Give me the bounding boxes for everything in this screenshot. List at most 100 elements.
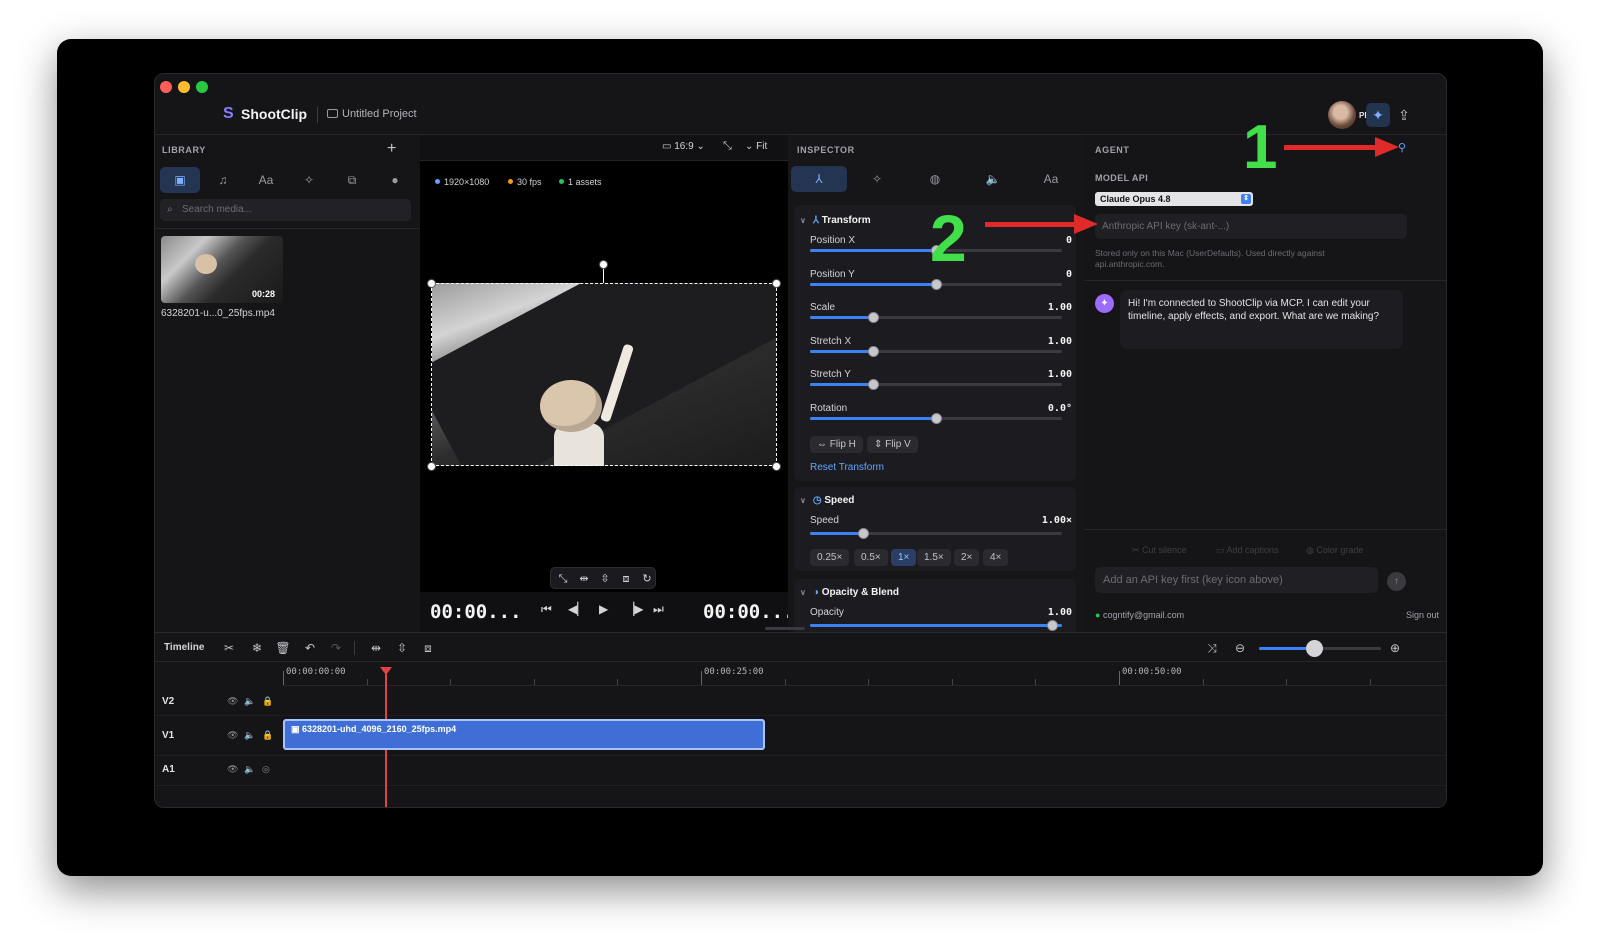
- media-filename[interactable]: 6328201-u...0_25fps.mp4: [161, 308, 275, 319]
- play-icon[interactable]: ▶: [599, 602, 608, 616]
- transform-row-value[interactable]: 0: [1066, 235, 1072, 246]
- chat-input[interactable]: Add an API key first (key icon above): [1095, 567, 1378, 593]
- speaker-icon[interactable]: 🔈: [244, 764, 255, 775]
- timeline-clip[interactable]: ▣ 6328201-uhd_4096_2160_25fps.mp4: [283, 719, 765, 750]
- flip-horizontal-icon[interactable]: ⇹: [576, 571, 592, 587]
- opacity-slider[interactable]: [810, 620, 1062, 631]
- fit-dropdown[interactable]: ⌄ Fit: [745, 141, 767, 152]
- media-search-input[interactable]: ⌕ Search media...: [160, 199, 411, 221]
- fullscreen-icon[interactable]: ⤡: [723, 140, 732, 153]
- send-button[interactable]: ↑: [1387, 572, 1406, 591]
- speed-preset-button[interactable]: 1×: [891, 549, 917, 566]
- transform-row-value[interactable]: 1.00: [1048, 302, 1072, 313]
- transform-slider[interactable]: [810, 412, 1062, 424]
- skip-to-end-icon[interactable]: ⏭: [653, 602, 664, 617]
- close-window-button[interactable]: [160, 81, 172, 93]
- speed-preset-button[interactable]: 0.25×: [810, 549, 850, 566]
- transform-row-value[interactable]: 1.00: [1048, 336, 1072, 347]
- skip-to-start-icon[interactable]: ⏮: [541, 602, 552, 617]
- transform-slider-knob[interactable]: [931, 412, 942, 424]
- flip-v-button[interactable]: ⇕ Flip V: [867, 436, 918, 453]
- share-button[interactable]: ⇪: [1392, 103, 1416, 127]
- crop-icon[interactable]: ⧈: [618, 571, 634, 587]
- crop-icon[interactable]: ⧈: [420, 640, 436, 656]
- speed-preset-button[interactable]: 1.5×: [917, 549, 951, 566]
- audio-tab-icon[interactable]: 🔈: [965, 166, 1021, 192]
- flip-horizontal-icon[interactable]: ⇹: [368, 640, 384, 656]
- expand-icon[interactable]: ⤡: [555, 571, 571, 587]
- transitions-tab-icon[interactable]: ⧉: [332, 167, 372, 193]
- record-icon[interactable]: ◎: [262, 764, 270, 775]
- transform-row-value[interactable]: 1.00: [1048, 369, 1072, 380]
- api-key-input[interactable]: Anthropic API key (sk-ant-...): [1095, 214, 1407, 239]
- transform-slider[interactable]: [810, 345, 1062, 357]
- transform-slider[interactable]: [810, 379, 1062, 390]
- transform-slider-knob[interactable]: [931, 278, 942, 290]
- zoom-window-button[interactable]: [196, 81, 208, 93]
- speed-preset-button[interactable]: 2×: [954, 549, 980, 566]
- transform-row-value[interactable]: 0.0°: [1048, 403, 1072, 414]
- lock-icon[interactable]: 🔒: [262, 730, 273, 741]
- api-key-icon[interactable]: ⚲: [1398, 141, 1406, 154]
- redo-icon[interactable]: ↷: [328, 640, 344, 656]
- resize-handle-top-left[interactable]: [427, 279, 436, 288]
- minimize-window-button[interactable]: [178, 81, 190, 93]
- panel-resize-grip[interactable]: [765, 627, 805, 630]
- sign-out-link[interactable]: Sign out: [1406, 610, 1439, 620]
- resize-handle-bottom-left[interactable]: [427, 462, 436, 471]
- freeze-icon[interactable]: ❄: [249, 640, 265, 656]
- opacity-slider-knob[interactable]: [1046, 620, 1058, 631]
- effects-tab-icon[interactable]: ✧: [849, 166, 905, 192]
- zoom-in-icon[interactable]: ⊕: [1387, 640, 1403, 656]
- audio-tab-icon[interactable]: ♫: [203, 167, 243, 193]
- flip-vertical-icon[interactable]: ⇳: [394, 640, 410, 656]
- reset-transform-link[interactable]: Reset Transform: [810, 462, 884, 473]
- user-avatar[interactable]: [1328, 101, 1356, 129]
- zoom-slider-knob[interactable]: [1306, 640, 1323, 657]
- eye-icon[interactable]: 👁: [227, 764, 238, 775]
- speed-preset-button[interactable]: 4×: [983, 549, 1009, 566]
- color-tab-icon[interactable]: ●: [375, 167, 415, 193]
- step-forward-icon[interactable]: ▕▶: [625, 602, 643, 616]
- media-thumbnail[interactable]: 00:28: [161, 236, 283, 303]
- flip-h-button[interactable]: ⇔ Flip H: [810, 436, 863, 453]
- color-palette-tab-icon[interactable]: ◍: [907, 166, 963, 192]
- zoom-out-icon[interactable]: ⊖: [1232, 640, 1248, 656]
- transform-slider-knob[interactable]: [868, 379, 879, 390]
- text-tab-icon[interactable]: Aa: [1023, 166, 1079, 192]
- media-tab-icon[interactable]: ▣: [160, 167, 200, 193]
- transform-slider[interactable]: [810, 312, 1062, 323]
- effects-tab-icon[interactable]: ✧: [289, 167, 329, 193]
- resize-handle-top-right[interactable]: [772, 279, 781, 288]
- transform-header[interactable]: ∨ ⅄ Transform: [800, 215, 871, 226]
- color-grade-chip[interactable]: ◍ Color grade: [1306, 545, 1363, 556]
- opacity-header[interactable]: ∨ ◑ Opacity & Blend: [800, 587, 899, 598]
- add-captions-chip[interactable]: ▭ Add captions: [1216, 545, 1279, 556]
- model-select[interactable]: Claude Opus 4.8 ⇕: [1095, 192, 1253, 206]
- lock-icon[interactable]: 🔒: [262, 696, 273, 707]
- resize-handle-bottom-right[interactable]: [772, 462, 781, 471]
- trash-icon[interactable]: 🗑: [275, 640, 291, 656]
- rotation-handle[interactable]: [599, 260, 608, 269]
- speed-slider-knob[interactable]: [857, 528, 869, 539]
- eye-icon[interactable]: 👁: [227, 696, 238, 707]
- speed-header[interactable]: ∨ ◷ Speed: [800, 495, 854, 506]
- rotate-icon[interactable]: ↻: [639, 571, 655, 587]
- timeline-ruler[interactable]: 00:00:00:00 00:00:25:00 00:00:50:00: [283, 662, 1446, 686]
- transform-row-value[interactable]: 0: [1066, 269, 1072, 280]
- transform-slider-knob[interactable]: [868, 312, 879, 323]
- cut-silence-chip[interactable]: ✂ Cut silence: [1132, 545, 1187, 556]
- eye-icon[interactable]: 👁: [227, 730, 238, 741]
- transform-slider[interactable]: [810, 278, 1062, 290]
- step-back-icon[interactable]: ◀▏: [568, 602, 586, 616]
- add-media-button[interactable]: +: [387, 140, 396, 158]
- aspect-ratio-dropdown[interactable]: ▭ 16:9 ⌄: [662, 141, 705, 152]
- speed-slider[interactable]: [810, 528, 1062, 539]
- speaker-icon[interactable]: 🔈: [244, 730, 255, 741]
- text-tab-icon[interactable]: Aa: [246, 167, 286, 193]
- transform-selection-box[interactable]: [431, 283, 777, 466]
- snap-icon[interactable]: ⤨: [1204, 640, 1220, 656]
- transform-slider-knob[interactable]: [868, 345, 879, 357]
- scissors-icon[interactable]: ✂: [221, 640, 237, 656]
- speaker-icon[interactable]: 🔈: [244, 696, 255, 707]
